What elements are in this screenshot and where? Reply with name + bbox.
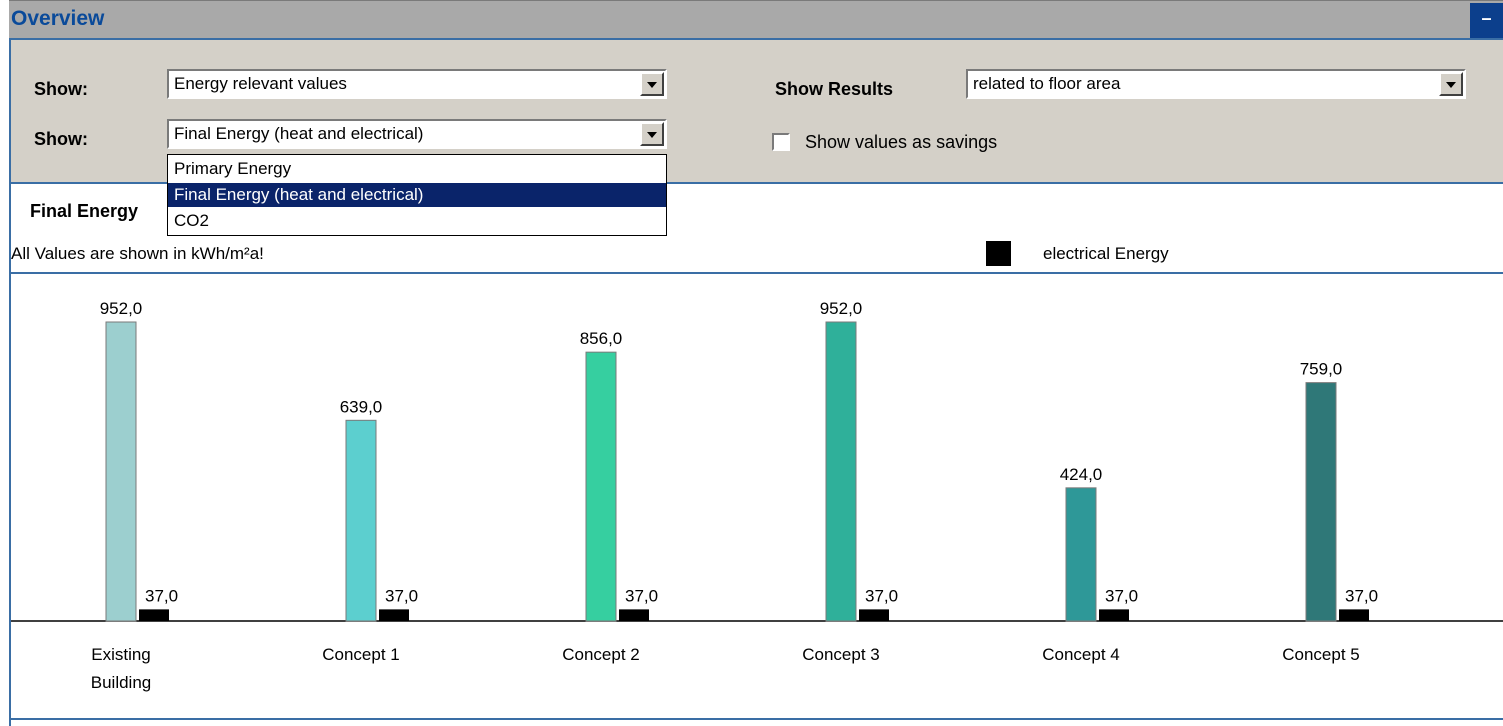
- category-label: Concept 5: [1282, 645, 1360, 664]
- bar-electrical-energy: [619, 609, 649, 621]
- bar-value-label: 759,0: [1300, 360, 1343, 379]
- chevron-down-icon[interactable]: [640, 72, 664, 96]
- dropdown-option-primary-energy[interactable]: Primary Energy: [168, 157, 666, 181]
- bar-electrical-energy: [859, 609, 889, 621]
- category-label: Concept 2: [562, 645, 640, 664]
- bar-final-energy: [1065, 487, 1097, 622]
- dropdown-option-final-energy[interactable]: Final Energy (heat and electrical): [168, 183, 666, 207]
- category-label: Concept 4: [1042, 645, 1120, 664]
- show-results-label: Show Results: [775, 79, 894, 99]
- show-label-2: Show:: [34, 129, 88, 149]
- window-bottom-border: [11, 718, 1503, 720]
- window-title: Overview: [11, 7, 105, 30]
- chart-title: Final Energy: [30, 201, 139, 221]
- chevron-down-icon[interactable]: [1439, 72, 1463, 96]
- bar-value-label: 424,0: [1060, 465, 1103, 484]
- show-values-select-value: Energy relevant values: [174, 74, 347, 93]
- bar-electrical-energy: [1339, 609, 1369, 621]
- title-bar: Overview –: [9, 0, 1503, 40]
- savings-checkbox[interactable]: [772, 133, 790, 151]
- electrical-value-label: 37,0: [1105, 586, 1138, 605]
- savings-checkbox-label[interactable]: Show values as savings: [805, 132, 997, 153]
- show-results-select[interactable]: related to floor area: [966, 69, 1466, 99]
- energy-dropdown-list[interactable]: Primary Energy Final Energy (heat and el…: [167, 154, 667, 236]
- bar-final-energy: [1305, 382, 1337, 622]
- electrical-value-label: 37,0: [385, 586, 418, 605]
- overview-window: Overview – Show: Energy relevant values …: [0, 0, 1503, 726]
- chevron-down-icon[interactable]: [640, 122, 664, 146]
- bar-final-energy: [585, 351, 617, 622]
- bar-value-label: 856,0: [580, 329, 623, 348]
- category-label: Concept 1: [322, 645, 400, 664]
- electrical-value-label: 37,0: [1345, 586, 1378, 605]
- electrical-value-label: 37,0: [145, 586, 178, 605]
- collapse-button[interactable]: –: [1470, 3, 1503, 38]
- bar-value-label: 952,0: [100, 299, 143, 318]
- bar-electrical-energy: [379, 609, 409, 621]
- category-label: Existing: [91, 645, 151, 664]
- bar-chart: 952,0 37,0 Existing Building 639,0 37,0 Concep…: [11, 299, 1503, 692]
- show-energy-select[interactable]: Final Energy (heat and electrical): [167, 119, 667, 149]
- dropdown-option-co2[interactable]: CO2: [168, 209, 666, 233]
- category-label: Building: [91, 673, 152, 692]
- legend-swatch-electrical: [986, 241, 1011, 266]
- bar-final-energy: [105, 321, 137, 622]
- show-values-select[interactable]: Energy relevant values: [167, 69, 667, 99]
- legend-label-electrical: electrical Energy: [1043, 244, 1169, 263]
- electrical-value-label: 37,0: [865, 586, 898, 605]
- bar-final-energy: [345, 419, 377, 622]
- show-energy-select-value: Final Energy (heat and electrical): [174, 124, 424, 143]
- bar-value-label: 639,0: [340, 397, 383, 416]
- unit-note: All Values are shown in kWh/m²a!: [11, 244, 264, 263]
- bar-final-energy: [825, 321, 857, 622]
- electrical-value-label: 37,0: [625, 586, 658, 605]
- show-results-select-value: related to floor area: [973, 74, 1121, 93]
- category-label: Concept 3: [802, 645, 880, 664]
- show-label-1: Show:: [34, 79, 88, 99]
- bar-electrical-energy: [1099, 609, 1129, 621]
- bar-value-label: 952,0: [820, 299, 863, 318]
- chart-area: 952,0 37,0 Existing Building 639,0 37,0 Concep…: [11, 274, 1503, 714]
- bar-electrical-energy: [139, 609, 169, 621]
